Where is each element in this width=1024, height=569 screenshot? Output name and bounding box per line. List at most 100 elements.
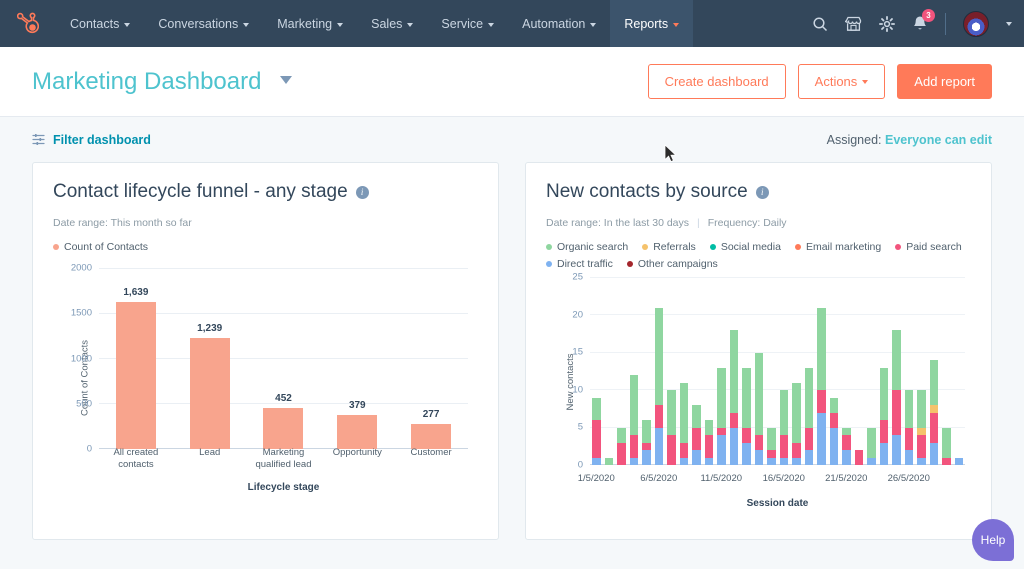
bar-column[interactable] (790, 278, 803, 465)
stacked-bar[interactable] (742, 367, 751, 465)
bar-column[interactable] (915, 278, 928, 465)
info-icon[interactable]: i (755, 185, 769, 199)
bar-column[interactable] (690, 278, 703, 465)
bar-segment[interactable] (754, 352, 763, 436)
bar-segment[interactable] (704, 435, 713, 458)
bar-segment[interactable] (779, 457, 788, 465)
stacked-bar[interactable] (704, 420, 713, 465)
legend-item[interactable]: Direct traffic (546, 258, 613, 270)
chevron-down-icon[interactable] (280, 75, 293, 84)
bar-column[interactable] (890, 278, 903, 465)
bar-column[interactable] (953, 278, 966, 465)
bar-column[interactable] (865, 278, 878, 465)
bar-segment[interactable] (742, 442, 751, 465)
search-icon[interactable] (812, 16, 828, 32)
bar-segment[interactable] (654, 405, 663, 428)
bar-segment[interactable] (917, 390, 926, 428)
stacked-bar[interactable] (804, 367, 813, 465)
bar-segment[interactable] (592, 397, 601, 421)
stacked-bar[interactable] (717, 367, 726, 465)
create-dashboard-button[interactable]: Create dashboard (647, 64, 786, 99)
avatar[interactable] (963, 10, 989, 37)
bar-segment[interactable] (629, 457, 638, 465)
bar-segment[interactable] (717, 435, 726, 465)
bar-segment[interactable] (754, 450, 763, 465)
chevron-down-icon[interactable] (1006, 21, 1012, 26)
nav-item-marketing[interactable]: Marketing (263, 0, 357, 47)
bar-segment[interactable] (842, 435, 851, 451)
bar-segment[interactable] (617, 442, 626, 465)
bar-column[interactable] (665, 278, 678, 465)
bar-segment[interactable] (692, 427, 701, 451)
bar-segment[interactable] (842, 427, 851, 436)
bar-segment[interactable] (942, 427, 951, 458)
stacked-bar[interactable] (667, 390, 676, 465)
bar-segment[interactable] (929, 360, 938, 406)
stacked-bar[interactable] (654, 307, 663, 465)
stacked-bar[interactable] (829, 397, 838, 465)
bar-segment[interactable] (892, 435, 901, 465)
bar-column[interactable] (765, 278, 778, 465)
stacked-bar[interactable] (692, 405, 701, 465)
bar-segment[interactable] (942, 457, 951, 465)
bar-segment[interactable] (829, 427, 838, 465)
stacked-bar[interactable] (779, 390, 788, 465)
assigned-value[interactable]: Everyone can edit (885, 133, 992, 147)
bar-segment[interactable] (592, 420, 601, 458)
bar-segment[interactable] (817, 307, 826, 391)
bar-segment[interactable] (792, 442, 801, 458)
bar-segment[interactable] (767, 450, 776, 458)
bar-segment[interactable] (792, 382, 801, 443)
bar-segment[interactable] (804, 367, 813, 428)
bar-segment[interactable] (667, 390, 676, 436)
bar-segment[interactable] (717, 427, 726, 436)
bar-segment[interactable] (654, 307, 663, 406)
info-icon[interactable]: i (355, 185, 369, 199)
bar-column[interactable] (828, 278, 841, 465)
bar-column[interactable] (628, 278, 641, 465)
stacked-bar[interactable] (617, 427, 626, 465)
bar-segment[interactable] (629, 375, 638, 436)
bar-segment[interactable] (617, 427, 626, 443)
bar-segment[interactable] (954, 457, 963, 465)
bar-column[interactable]: 379 (322, 269, 392, 449)
bar-segment[interactable] (667, 435, 676, 465)
bar-segment[interactable] (604, 457, 613, 465)
bar-segment[interactable] (679, 457, 688, 465)
bar-column[interactable] (653, 278, 666, 465)
legend-item[interactable]: Social media (709, 241, 781, 253)
stacked-bar[interactable] (754, 352, 763, 465)
bar-segment[interactable] (642, 450, 651, 465)
bar-segment[interactable] (867, 457, 876, 465)
help-button[interactable]: Help (972, 519, 1014, 561)
bar-segment[interactable] (642, 442, 651, 451)
bar-column[interactable] (678, 278, 691, 465)
bar-segment[interactable] (767, 457, 776, 465)
bar-segment[interactable] (679, 442, 688, 458)
bar-segment[interactable] (929, 442, 938, 465)
stacked-bar[interactable] (604, 457, 613, 465)
bar-segment[interactable] (879, 367, 888, 421)
bar-column[interactable] (603, 278, 616, 465)
nav-item-sales[interactable]: Sales (357, 0, 427, 47)
bar-column[interactable] (803, 278, 816, 465)
bar-segment[interactable] (879, 420, 888, 443)
notifications-bell-icon[interactable]: 3 (912, 9, 935, 32)
bar-segment[interactable] (917, 457, 926, 465)
hubspot-logo[interactable] (0, 0, 56, 47)
bar-column[interactable]: 452 (248, 269, 318, 449)
bar-column[interactable] (640, 278, 653, 465)
legend-item[interactable]: Organic search (546, 241, 628, 253)
bar-segment[interactable] (792, 457, 801, 465)
filter-dashboard-button[interactable]: Filter dashboard (32, 133, 151, 147)
bar-segment[interactable] (829, 397, 838, 413)
stacked-bar[interactable] (892, 330, 901, 465)
bar-segment[interactable] (729, 427, 738, 465)
bar-segment[interactable] (704, 457, 713, 465)
legend-item[interactable]: Paid search (895, 241, 962, 253)
legend-item[interactable]: Count of Contacts (53, 241, 148, 253)
bar-column[interactable]: 1,639 (101, 269, 171, 449)
bar-segment[interactable] (829, 412, 838, 428)
stacked-bar[interactable] (879, 367, 888, 465)
bar-segment[interactable] (779, 390, 788, 436)
